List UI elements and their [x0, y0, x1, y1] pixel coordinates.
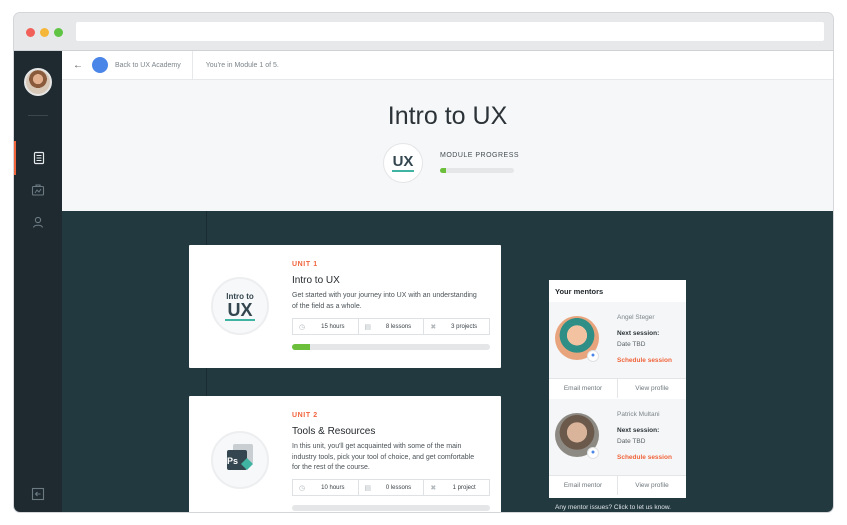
view-profile-button[interactable]: View profile [618, 379, 686, 398]
sidebar-divider [28, 115, 48, 116]
unit-progress-bar [292, 344, 490, 350]
unit-icon: Ps [211, 431, 269, 489]
stat-projects: ✖ 3 projects [424, 319, 489, 334]
address-bar[interactable] [76, 22, 824, 41]
sidebar [14, 51, 62, 512]
stat-projects-text: 1 project [452, 484, 476, 491]
next-session-label: Next session: [617, 330, 660, 337]
stat-hours-text: 10 hours [321, 484, 345, 491]
project-icon: ✖ [430, 323, 437, 331]
mentors-heading: Your mentors [555, 287, 604, 296]
maximize-window-button[interactable] [54, 28, 63, 37]
stat-lessons: ▤ 8 lessons [359, 319, 425, 334]
email-mentor-button[interactable]: Email mentor [549, 379, 618, 398]
mentor-status-icon: ● [587, 350, 599, 362]
module-badge-text: UX [392, 153, 414, 170]
back-to-academy-link[interactable]: Back to UX Academy [115, 62, 181, 69]
unit-stats: ◷ 10 hours ▤ 0 lessons ✖ 1 project [292, 479, 490, 496]
stat-hours-text: 15 hours [321, 323, 345, 330]
clock-icon: ◷ [298, 323, 306, 331]
unit-title[interactable]: Intro to UX [292, 275, 340, 286]
clock-icon: ◷ [298, 484, 306, 492]
unit-progress-bar [292, 505, 490, 511]
arrow-left-icon[interactable]: ← [73, 60, 83, 71]
book-icon: ▤ [364, 323, 371, 331]
ux-academy-logo[interactable] [92, 57, 108, 73]
main-area: ← Back to UX Academy You're in Module 1 … [62, 51, 833, 512]
stat-projects-text: 3 projects [451, 323, 478, 330]
next-session-date: Date TBD [617, 341, 646, 348]
mentor-name: Angel Steger [617, 314, 655, 321]
module-progress-bar [440, 168, 514, 173]
mentor-issues-link[interactable]: Any mentor issues? Click to let us know. [555, 504, 671, 511]
browser-chrome [14, 13, 833, 51]
unit-stats: ◷ 15 hours ▤ 8 lessons ✖ 3 projects [292, 318, 490, 335]
module-progress-label: MODULE PROGRESS [440, 152, 520, 159]
unit-icon: Intro to UX [211, 277, 269, 335]
stat-hours: ◷ 15 hours [293, 319, 359, 334]
browser-window: ← Back to UX Academy You're in Module 1 … [14, 13, 833, 512]
schedule-session-link[interactable]: Schedule session [617, 454, 672, 461]
mentor-card: ● Patrick Multani Next session: Date TBD… [549, 399, 686, 495]
unit-description: In this unit, you'll get acquainted with… [292, 443, 475, 471]
stat-lessons-text: 8 lessons [385, 323, 412, 330]
unit-icon-text: Ps [227, 456, 239, 466]
portfolio-icon [31, 184, 45, 196]
unit-icon-line2: UX [227, 299, 253, 320]
module-badge: UX [383, 143, 423, 183]
page-title: Intro to UX [387, 102, 508, 130]
unit-title[interactable]: Tools & Resources [292, 426, 375, 437]
mentor-actions: Email mentor View profile [549, 475, 686, 495]
unit-kicker: UNIT 1 [292, 261, 318, 268]
unit-description: Get started with your journey into UX wi… [292, 292, 477, 310]
mentor-actions: Email mentor View profile [549, 378, 686, 398]
mentor-name: Patrick Multani [617, 411, 660, 418]
sidebar-item-course[interactable] [14, 141, 62, 175]
next-session-label: Next session: [617, 427, 660, 434]
unit-kicker: UNIT 2 [292, 412, 318, 419]
module-header: Intro to UX UX MODULE PROGRESS [62, 80, 833, 211]
project-icon: ✖ [430, 484, 437, 492]
schedule-session-link[interactable]: Schedule session [617, 357, 672, 364]
notebook-icon [33, 151, 45, 165]
stat-lessons: ▤ 0 lessons [359, 480, 425, 495]
collapse-sidebar-button[interactable] [14, 477, 62, 511]
user-avatar[interactable] [24, 68, 52, 96]
collapse-icon [31, 487, 45, 501]
view-profile-button[interactable]: View profile [618, 476, 686, 495]
units-section: Intro to UX UNIT 1 Intro to UX Get start… [62, 211, 833, 512]
close-window-button[interactable] [26, 28, 35, 37]
stat-hours: ◷ 10 hours [293, 480, 359, 495]
badge-underline [392, 170, 414, 172]
stat-lessons-text: 0 lessons [385, 484, 412, 491]
unit-card[interactable]: Intro to UX UNIT 1 Intro to UX Get start… [189, 245, 501, 368]
email-mentor-button[interactable]: Email mentor [549, 476, 618, 495]
mentors-panel: Your mentors ● Angel Steger Next session… [549, 280, 686, 498]
next-session-date: Date TBD [617, 438, 646, 445]
profile-icon [32, 216, 44, 228]
sidebar-item-portfolio[interactable] [14, 173, 62, 207]
module-note: You're in Module 1 of 5. [205, 61, 279, 69]
mentor-card: ● Angel Steger Next session: Date TBD Sc… [549, 302, 686, 398]
topbar-divider [191, 51, 193, 80]
stat-projects: ✖ 1 project [424, 480, 489, 495]
minimize-window-button[interactable] [40, 28, 49, 37]
unit-card[interactable]: Ps UNIT 2 Tools & Resources In this unit… [189, 396, 501, 512]
mentor-status-icon: ● [587, 447, 599, 459]
book-icon: ▤ [364, 484, 371, 492]
top-bar: ← Back to UX Academy You're in Module 1 … [62, 51, 833, 80]
sidebar-item-profile[interactable] [14, 205, 62, 239]
unit-icon-underline [225, 318, 255, 321]
module-progress-fill [440, 168, 446, 173]
unit-progress-fill [292, 344, 310, 350]
